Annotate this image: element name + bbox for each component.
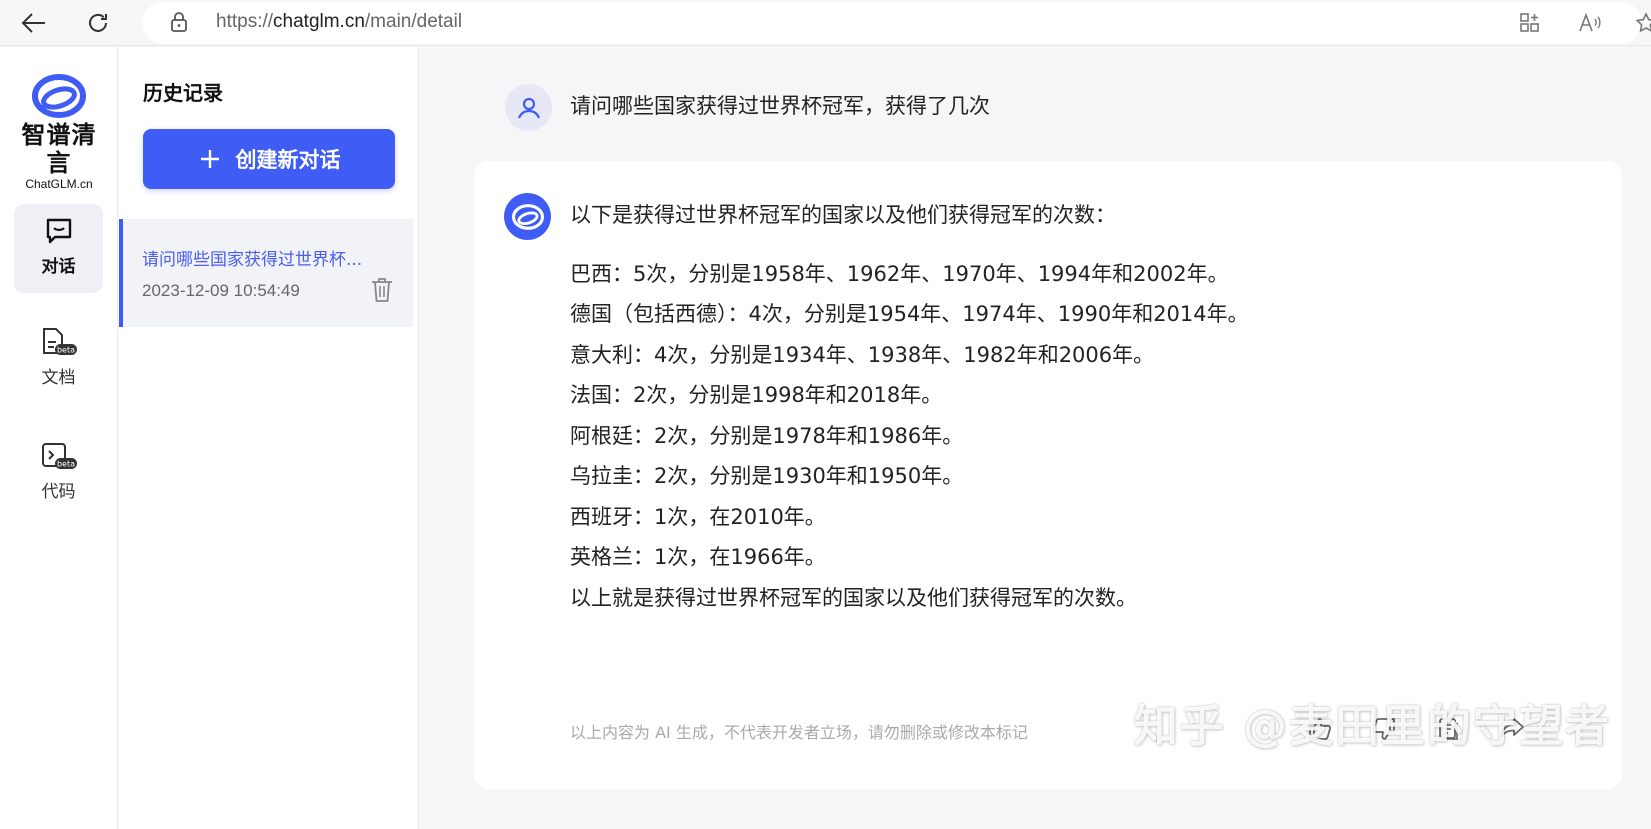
apps-button[interactable] [1516, 9, 1544, 37]
url-scheme: https:// [216, 11, 274, 32]
delete-button[interactable] [370, 277, 394, 307]
answer-intro: 以下是获得过世界杯冠军的国家以及他们获得冠军的次数： [570, 203, 1116, 227]
rail-item-code[interactable]: beta 代码 [14, 429, 103, 518]
bot-avatar [504, 193, 551, 240]
answer-line: 意大利：4次，分别是1934年、1938年、1982年和2006年。 [570, 342, 1155, 367]
svg-text:beta: beta [56, 346, 74, 355]
chatglm-logo-icon [511, 203, 544, 230]
zhipu-logo-icon [32, 74, 86, 118]
rail-item-chat[interactable]: 对话 [14, 204, 103, 293]
refresh-icon [89, 13, 107, 32]
logo-name: 智谱清言 [21, 121, 97, 177]
refresh-button[interactable] [80, 6, 116, 40]
watermark: 知乎 @麦田里的守望者 [1133, 701, 1611, 752]
answer-line: 法国：2次，分别是1998年和2018年。 [570, 383, 943, 407]
code-beta-icon: beta [41, 443, 77, 469]
answer-text: 以下是获得过世界杯冠军的国家以及他们获得冠军的次数： 巴西：5次，分别是1958… [570, 195, 1570, 618]
trash-icon [372, 278, 392, 302]
favorite-button[interactable] [1632, 9, 1651, 37]
answer-line: 英格兰：1次，在1966年。 [570, 545, 826, 569]
answer-line: 阿根廷：2次，分别是1978年和1986年。 [570, 423, 964, 448]
apps-add-icon [1520, 13, 1539, 32]
read-aloud-icon [1579, 12, 1601, 32]
chat-icon [46, 218, 71, 244]
rail-item-label: 代码 [41, 482, 76, 502]
document-beta-icon: beta [42, 328, 77, 355]
ai-disclaimer: 以上内容为 AI 生成，不代表开发者立场，请勿删除或修改本标记 [570, 723, 1028, 742]
history-item-time: 2023-12-09 10:54:49 [142, 281, 300, 300]
rail-item-document[interactable]: beta 文档 [14, 315, 103, 404]
answer-line: 以上就是获得过世界杯冠军的国家以及他们获得冠军的次数。 [570, 585, 1137, 610]
browser-toolbar: https://chatglm.cn/main/detail [0, 0, 1651, 46]
read-aloud-button[interactable] [1576, 9, 1604, 37]
history-panel: 历史记录 创建新对话 请问哪些国家获得过世界杯... 2023-12-09 10… [119, 47, 419, 829]
star-icon [1635, 12, 1651, 33]
user-avatar [505, 84, 552, 131]
rail-item-label: 对话 [41, 257, 76, 277]
user-icon [517, 97, 540, 118]
answer-line: 西班牙：1次，在2010年。 [570, 504, 826, 529]
arrow-left-icon [21, 13, 45, 33]
history-item-question: 请问哪些国家获得过世界杯... [142, 250, 363, 270]
user-question: 请问哪些国家获得过世界杯冠军，获得了几次 [570, 94, 990, 118]
answer-line: 德国（包括西德）：4次，分别是1954年、1974年、1990年和2014年。 [570, 302, 1249, 326]
lock-icon [171, 12, 187, 32]
url-path: /main/detail [364, 11, 463, 32]
answer-line: 巴西：5次，分别是1958年、1962年、1970年、1994年和2002年。 [570, 261, 1229, 286]
new-chat-label: 创建新对话 [235, 148, 341, 172]
url-text[interactable]: https://chatglm.cn/main/detail [216, 11, 462, 33]
rail-item-label: 文档 [41, 368, 76, 388]
plus-icon [200, 150, 219, 168]
new-chat-button[interactable]: 创建新对话 [143, 129, 395, 189]
history-item[interactable]: 请问哪些国家获得过世界杯... 2023-12-09 10:54:49 [119, 219, 413, 327]
url-host: chatglm.cn [273, 11, 365, 32]
logo-subtitle: ChatGLM.cn [25, 177, 93, 191]
svg-text:beta: beta [56, 460, 74, 469]
logo[interactable]: 智谱清言 ChatGLM.cn [12, 73, 106, 191]
history-title: 历史记录 [143, 81, 223, 105]
answer-line: 乌拉圭：2次，分别是1930年和1950年。 [570, 464, 964, 488]
left-rail: 智谱清言 ChatGLM.cn 对话 beta 文档 beta 代码 [0, 47, 118, 829]
back-button[interactable] [16, 6, 52, 40]
